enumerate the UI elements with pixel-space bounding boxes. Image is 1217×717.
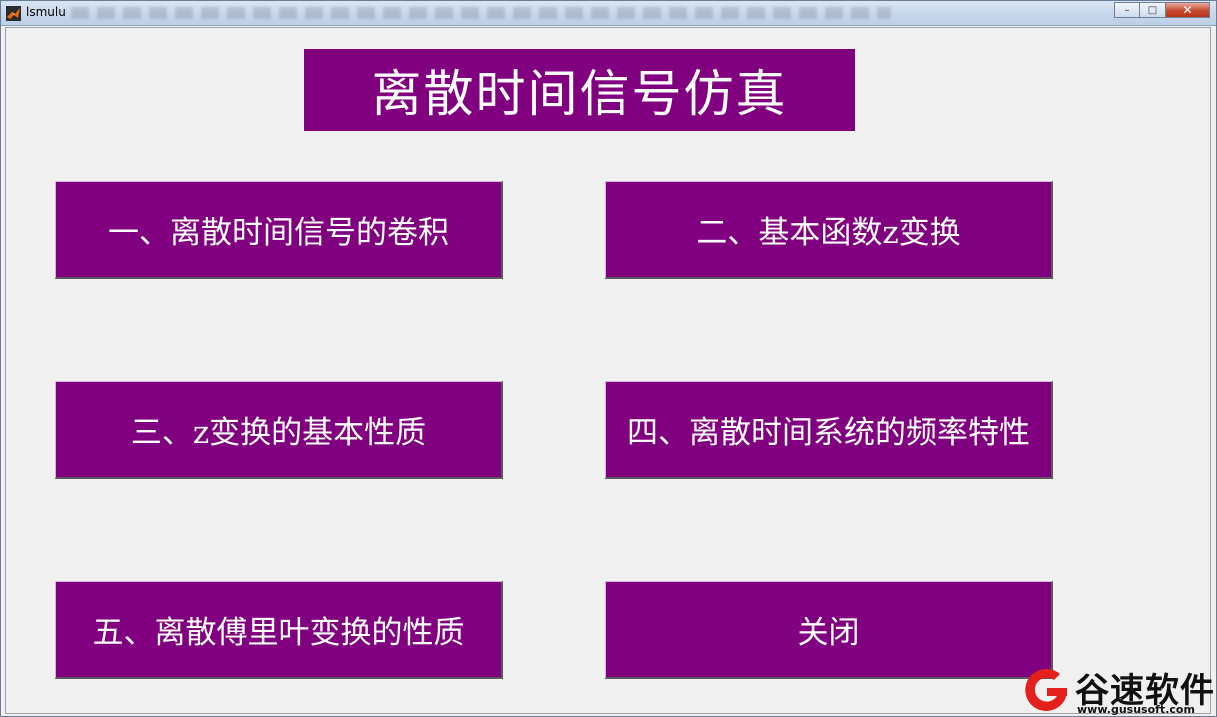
- watermark-url: www.gususoft.com: [1077, 703, 1195, 716]
- minimize-button[interactable]: –: [1114, 2, 1140, 18]
- dft-properties-button[interactable]: 五、离散傅里叶变换的性质: [55, 581, 503, 679]
- figure-window: lsmulu – □ ✕ 离散时间信号仿真 一、离散时间信号的卷积 二、基本函数…: [0, 0, 1217, 717]
- watermark: 谷速软件 www.gususoft.com: [1019, 661, 1215, 717]
- maximize-button[interactable]: □: [1140, 2, 1166, 18]
- close-button[interactable]: 关闭: [605, 581, 1053, 679]
- z-transform-button[interactable]: 二、基本函数z变换: [605, 181, 1053, 279]
- page-title: 离散时间信号仿真: [304, 49, 855, 131]
- matlab-icon: [6, 6, 21, 21]
- blurred-path-text: [71, 7, 891, 19]
- close-window-button[interactable]: ✕: [1166, 2, 1210, 18]
- gususoft-logo-icon: [1025, 668, 1067, 711]
- title-bar[interactable]: lsmulu – □ ✕: [1, 1, 1216, 26]
- window-controls: – □ ✕: [1114, 2, 1210, 20]
- frequency-response-button[interactable]: 四、离散时间系统的频率特性: [605, 381, 1053, 479]
- z-transform-properties-button[interactable]: 三、z变换的基本性质: [55, 381, 503, 479]
- convolution-button[interactable]: 一、离散时间信号的卷积: [55, 181, 503, 279]
- window-title: lsmulu: [26, 5, 66, 19]
